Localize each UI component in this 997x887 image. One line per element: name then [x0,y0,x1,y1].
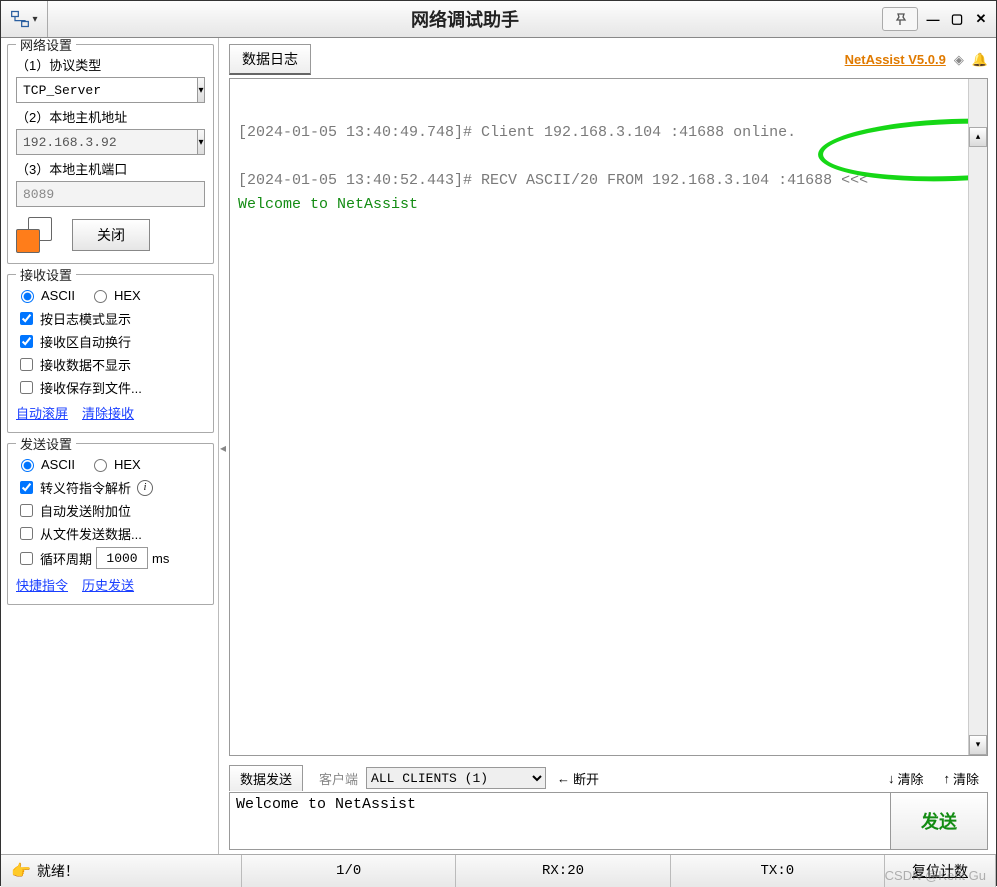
close-connection-button[interactable]: 关闭 [72,219,150,251]
send-section: 数据发送 客户端 ALL CLIENTS (1) ←断开 ↓清除 ↑清除 Wel… [229,764,988,850]
send-legend: 发送设置 [16,434,76,453]
recv-hex-radio[interactable]: HEX [89,287,141,303]
history-link[interactable]: 历史发送 [82,575,134,594]
window-title: 网络调试助手 [48,6,882,32]
fromfile-checkbox[interactable]: 从文件发送数据... [16,524,142,543]
client-select[interactable]: ALL CLIENTS (1) [366,767,546,789]
send-button[interactable]: 发送 [890,793,987,849]
recv-settings-group: 接收设置 ASCII HEX 按日志模式显示 接收区自动换行 接收数据不显示 接… [7,274,214,433]
log-line-2b: <<< [841,172,868,189]
app-menu-icon[interactable]: ▾ [1,1,48,37]
send-tab[interactable]: 数据发送 [229,765,303,791]
hide-checkbox[interactable]: 接收数据不显示 [16,355,131,374]
right-panel: 数据日志 NetAssist V5.0.9 ◈ 🔔 [2024-01-05 13… [227,38,996,854]
log-line-3: Welcome to NetAssist [238,196,418,213]
bell-icon[interactable]: 🔔 [972,52,988,68]
status-ready: 👉 就绪！ [1,855,242,887]
save-checkbox[interactable]: 接收保存到文件... [16,378,142,397]
recv-ascii-label: ASCII [41,288,75,303]
send-ascii-radio[interactable]: ASCII [16,456,75,472]
recv-legend: 接收设置 [16,265,76,284]
arrow-up-icon: ↑ [943,771,950,786]
send-hex-radio[interactable]: HEX [89,456,141,472]
watermark: CSDN @Kent Gu [885,868,986,883]
status-bar: 👉 就绪！ 1/0 RX:20 TX:0 复位计数 [1,854,996,887]
vertical-scrollbar[interactable]: ▴ ▾ [968,79,987,755]
port-input[interactable] [16,181,205,207]
scroll-up-icon[interactable]: ▴ [969,127,987,147]
status-rx: RX:20 [456,855,670,887]
protocol-combo[interactable]: ▾ [16,77,205,103]
host-label: （2）本地主机地址 [16,107,205,126]
logmode-checkbox[interactable]: 按日志模式显示 [16,309,131,328]
arrow-down-icon: ↓ [888,771,895,786]
host-combo[interactable]: ▾ [16,129,205,155]
send-input[interactable]: Welcome to NetAssist [230,793,890,849]
minimize-button[interactable]: — [924,12,942,26]
pin-button[interactable] [882,7,918,31]
network-settings-group: 网络设置 （1）协议类型 ▾ （2）本地主机地址 ▾ （3）本地主机端口 [7,44,214,264]
brand-link[interactable]: NetAssist V5.0.9 [845,52,946,67]
loop-unit: ms [152,551,169,566]
hand-icon: 👉 [11,861,31,881]
arrow-left-icon: ← [557,771,570,786]
scroll-down-icon[interactable]: ▾ [969,735,987,755]
log-area[interactable]: [2024-01-05 13:40:49.748]# Client 192.16… [229,78,988,756]
info-icon[interactable]: i [137,480,153,496]
recv-hex-label: HEX [114,288,141,303]
splitter-handle[interactable]: ◂ [219,38,227,854]
send-settings-group: 发送设置 ASCII HEX 转义符指令解析i 自动发送附加位 从文件发送数据.… [7,443,214,605]
chevron-down-icon[interactable]: ▾ [197,78,204,102]
status-ratio: 1/0 [242,855,456,887]
chevron-down-icon: ▾ [32,14,37,25]
network-icon [10,9,30,29]
port-value[interactable] [17,182,204,206]
title-bar: ▾ 网络调试助手 — ▢ ✕ [1,1,996,38]
loop-period-input[interactable] [96,547,148,569]
recv-ascii-radio[interactable]: ASCII [16,287,75,303]
log-tab[interactable]: 数据日志 [229,44,311,75]
clearrecv-link[interactable]: 清除接收 [82,403,134,422]
clear-down-button[interactable]: ↓清除 [879,766,933,791]
autoscroll-link[interactable]: 自动滚屏 [16,403,68,422]
pin-icon [892,12,908,26]
log-line-2a: [2024-01-05 13:40:52.443]# RECV ASCII/20… [238,172,841,189]
connection-status-icon [16,217,52,253]
close-button[interactable]: ✕ [972,12,990,26]
maximize-button[interactable]: ▢ [948,12,966,26]
append-checkbox[interactable]: 自动发送附加位 [16,501,131,520]
log-line-1: [2024-01-05 13:40:49.748]# Client 192.16… [238,124,796,141]
clear-up-button[interactable]: ↑清除 [934,766,988,791]
host-value[interactable] [17,130,197,154]
protocol-value[interactable] [17,78,197,102]
protocol-label: （1）协议类型 [16,55,205,74]
chevron-down-icon[interactable]: ▾ [197,130,204,154]
client-label: 客户端 [319,769,358,788]
left-panel: 网络设置 （1）协议类型 ▾ （2）本地主机地址 ▾ （3）本地主机端口 [1,38,219,854]
port-label: （3）本地主机端口 [16,159,205,178]
loop-checkbox[interactable]: 循环周期 [16,549,92,568]
network-legend: 网络设置 [16,38,76,54]
disconnect-button[interactable]: ←断开 [548,766,608,791]
status-tx: TX:0 [671,855,885,887]
escape-checkbox[interactable]: 转义符指令解析 [16,478,131,497]
shortcut-link[interactable]: 快捷指令 [16,575,68,594]
wrap-checkbox[interactable]: 接收区自动换行 [16,332,131,351]
diamond-icon[interactable]: ◈ [954,52,964,68]
status-ready-label: 就绪！ [37,861,79,881]
